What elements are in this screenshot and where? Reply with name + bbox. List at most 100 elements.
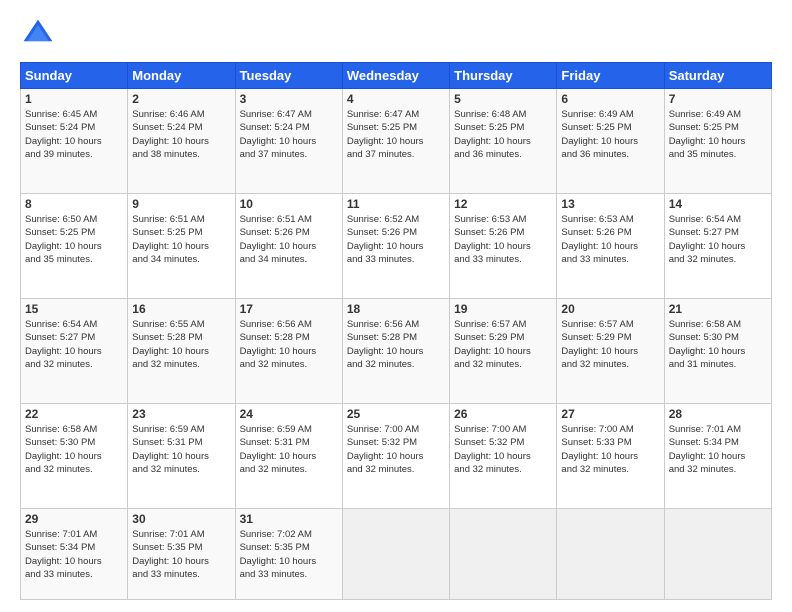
calendar-cell: 30 Sunrise: 7:01 AM Sunset: 5:35 PM Dayli… <box>128 509 235 600</box>
calendar-cell: 2 Sunrise: 6:46 AM Sunset: 5:24 PM Daylig… <box>128 89 235 194</box>
day-number: 29 <box>25 512 123 526</box>
day-info: Sunrise: 6:59 AM Sunset: 5:31 PM Dayligh… <box>240 424 317 475</box>
calendar-cell: 16 Sunrise: 6:55 AM Sunset: 5:28 PM Dayli… <box>128 299 235 404</box>
day-info: Sunrise: 7:00 AM Sunset: 5:33 PM Dayligh… <box>561 424 638 475</box>
day-info: Sunrise: 7:01 AM Sunset: 5:34 PM Dayligh… <box>25 529 102 580</box>
calendar-cell: 1 Sunrise: 6:45 AM Sunset: 5:24 PM Daylig… <box>21 89 128 194</box>
calendar-cell: 21Sunrise: 6:58 AM Sunset: 5:30 PM Dayli… <box>664 299 771 404</box>
day-info: Sunrise: 6:59 AM Sunset: 5:31 PM Dayligh… <box>132 424 209 475</box>
calendar-cell: 11 Sunrise: 6:52 AM Sunset: 5:26 PM Dayli… <box>342 194 449 299</box>
weekday-header: Saturday <box>664 63 771 89</box>
day-info: Sunrise: 6:58 AM Sunset: 5:30 PM Dayligh… <box>25 424 102 475</box>
day-number: 24 <box>240 407 338 421</box>
calendar-cell <box>664 509 771 600</box>
calendar-cell <box>557 509 664 600</box>
day-info: Sunrise: 6:53 AM Sunset: 5:26 PM Dayligh… <box>561 214 638 265</box>
day-number: 5 <box>454 92 552 106</box>
day-number: 18 <box>347 302 445 316</box>
day-info: Sunrise: 6:47 AM Sunset: 5:24 PM Dayligh… <box>240 109 317 160</box>
logo <box>20 16 60 52</box>
day-number: 10 <box>240 197 338 211</box>
day-number: 19 <box>454 302 552 316</box>
day-info: Sunrise: 7:01 AM Sunset: 5:34 PM Dayligh… <box>669 424 746 475</box>
calendar-cell: 10 Sunrise: 6:51 AM Sunset: 5:26 PM Dayli… <box>235 194 342 299</box>
day-number: 25 <box>347 407 445 421</box>
header <box>20 16 772 52</box>
day-info: Sunrise: 6:51 AM Sunset: 5:25 PM Dayligh… <box>132 214 209 265</box>
calendar-cell: 5 Sunrise: 6:48 AM Sunset: 5:25 PM Daylig… <box>450 89 557 194</box>
day-info: Sunrise: 7:01 AM Sunset: 5:35 PM Dayligh… <box>132 529 209 580</box>
day-info: Sunrise: 6:52 AM Sunset: 5:26 PM Dayligh… <box>347 214 424 265</box>
calendar-cell: 17Sunrise: 6:56 AM Sunset: 5:28 PM Dayli… <box>235 299 342 404</box>
day-info: Sunrise: 7:00 AM Sunset: 5:32 PM Dayligh… <box>454 424 531 475</box>
day-number: 16 <box>132 302 230 316</box>
calendar-cell: 8Sunrise: 6:50 AM Sunset: 5:25 PM Daylig… <box>21 194 128 299</box>
calendar-cell: 29 Sunrise: 7:01 AM Sunset: 5:34 PM Dayli… <box>21 509 128 600</box>
day-number: 6 <box>561 92 659 106</box>
calendar-cell: 19 Sunrise: 6:57 AM Sunset: 5:29 PM Dayli… <box>450 299 557 404</box>
day-number: 1 <box>25 92 123 106</box>
day-info: Sunrise: 6:56 AM Sunset: 5:28 PM Dayligh… <box>347 319 424 370</box>
day-number: 27 <box>561 407 659 421</box>
calendar-cell: 6 Sunrise: 6:49 AM Sunset: 5:25 PM Daylig… <box>557 89 664 194</box>
calendar-cell: 18 Sunrise: 6:56 AM Sunset: 5:28 PM Dayli… <box>342 299 449 404</box>
calendar-cell: 4 Sunrise: 6:47 AM Sunset: 5:25 PM Daylig… <box>342 89 449 194</box>
weekday-header: Monday <box>128 63 235 89</box>
calendar-cell: 15 Sunrise: 6:54 AM Sunset: 5:27 PM Dayli… <box>21 299 128 404</box>
day-number: 7 <box>669 92 767 106</box>
day-number: 13 <box>561 197 659 211</box>
calendar-cell: 3 Sunrise: 6:47 AM Sunset: 5:24 PM Daylig… <box>235 89 342 194</box>
calendar-cell: 27 Sunrise: 7:00 AM Sunset: 5:33 PM Dayli… <box>557 404 664 509</box>
day-info: Sunrise: 6:51 AM Sunset: 5:26 PM Dayligh… <box>240 214 317 265</box>
calendar-cell: 9 Sunrise: 6:51 AM Sunset: 5:25 PM Daylig… <box>128 194 235 299</box>
calendar-cell: 28Sunrise: 7:01 AM Sunset: 5:34 PM Dayli… <box>664 404 771 509</box>
page: SundayMondayTuesdayWednesdayThursdayFrid… <box>0 0 792 612</box>
day-info: Sunrise: 7:02 AM Sunset: 5:35 PM Dayligh… <box>240 529 317 580</box>
calendar-cell: 13 Sunrise: 6:53 AM Sunset: 5:26 PM Dayli… <box>557 194 664 299</box>
calendar-cell <box>450 509 557 600</box>
weekday-header: Friday <box>557 63 664 89</box>
day-info: Sunrise: 6:55 AM Sunset: 5:28 PM Dayligh… <box>132 319 209 370</box>
day-number: 4 <box>347 92 445 106</box>
day-info: Sunrise: 6:57 AM Sunset: 5:29 PM Dayligh… <box>561 319 638 370</box>
day-number: 9 <box>132 197 230 211</box>
day-info: Sunrise: 6:47 AM Sunset: 5:25 PM Dayligh… <box>347 109 424 160</box>
calendar-cell: 20 Sunrise: 6:57 AM Sunset: 5:29 PM Dayli… <box>557 299 664 404</box>
day-number: 26 <box>454 407 552 421</box>
calendar-cell: 24 Sunrise: 6:59 AM Sunset: 5:31 PM Dayli… <box>235 404 342 509</box>
weekday-header: Thursday <box>450 63 557 89</box>
calendar-cell: 22 Sunrise: 6:58 AM Sunset: 5:30 PM Dayli… <box>21 404 128 509</box>
day-number: 15 <box>25 302 123 316</box>
day-info: Sunrise: 6:56 AM Sunset: 5:28 PM Dayligh… <box>240 319 317 370</box>
day-info: Sunrise: 7:00 AM Sunset: 5:32 PM Dayligh… <box>347 424 424 475</box>
day-number: 3 <box>240 92 338 106</box>
day-number: 22 <box>25 407 123 421</box>
day-info: Sunrise: 6:50 AM Sunset: 5:25 PM Dayligh… <box>25 214 102 265</box>
day-info: Sunrise: 6:57 AM Sunset: 5:29 PM Dayligh… <box>454 319 531 370</box>
calendar-cell: 23 Sunrise: 6:59 AM Sunset: 5:31 PM Dayli… <box>128 404 235 509</box>
day-number: 11 <box>347 197 445 211</box>
calendar: SundayMondayTuesdayWednesdayThursdayFrid… <box>20 62 772 600</box>
calendar-cell: 26 Sunrise: 7:00 AM Sunset: 5:32 PM Dayli… <box>450 404 557 509</box>
day-info: Sunrise: 6:46 AM Sunset: 5:24 PM Dayligh… <box>132 109 209 160</box>
day-info: Sunrise: 6:54 AM Sunset: 5:27 PM Dayligh… <box>669 214 746 265</box>
day-info: Sunrise: 6:48 AM Sunset: 5:25 PM Dayligh… <box>454 109 531 160</box>
calendar-cell <box>342 509 449 600</box>
day-number: 20 <box>561 302 659 316</box>
day-info: Sunrise: 6:45 AM Sunset: 5:24 PM Dayligh… <box>25 109 102 160</box>
calendar-cell: 25 Sunrise: 7:00 AM Sunset: 5:32 PM Dayli… <box>342 404 449 509</box>
calendar-cell: 7 Sunrise: 6:49 AM Sunset: 5:25 PM Daylig… <box>664 89 771 194</box>
day-number: 23 <box>132 407 230 421</box>
day-info: Sunrise: 6:49 AM Sunset: 5:25 PM Dayligh… <box>561 109 638 160</box>
day-info: Sunrise: 6:58 AM Sunset: 5:30 PM Dayligh… <box>669 319 746 370</box>
day-number: 31 <box>240 512 338 526</box>
day-number: 2 <box>132 92 230 106</box>
calendar-cell: 31 Sunrise: 7:02 AM Sunset: 5:35 PM Dayli… <box>235 509 342 600</box>
weekday-header: Wednesday <box>342 63 449 89</box>
weekday-header: Sunday <box>21 63 128 89</box>
day-info: Sunrise: 6:54 AM Sunset: 5:27 PM Dayligh… <box>25 319 102 370</box>
day-info: Sunrise: 6:49 AM Sunset: 5:25 PM Dayligh… <box>669 109 746 160</box>
weekday-header: Tuesday <box>235 63 342 89</box>
day-number: 30 <box>132 512 230 526</box>
calendar-cell: 12Sunrise: 6:53 AM Sunset: 5:26 PM Dayli… <box>450 194 557 299</box>
